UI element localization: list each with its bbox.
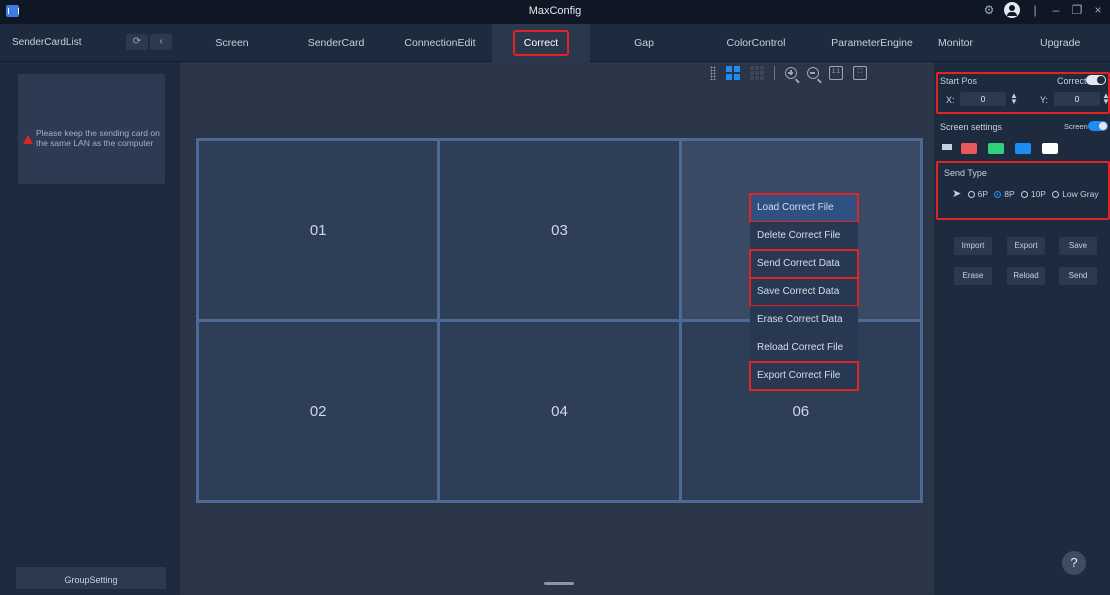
group-setting-button[interactable]: GroupSetting — [16, 567, 166, 589]
cabinet-cell[interactable]: 04 — [440, 322, 679, 500]
erase-button[interactable]: Erase — [954, 267, 992, 285]
user-icon[interactable] — [1004, 2, 1020, 18]
radio-low-gray[interactable] — [1052, 191, 1060, 198]
grid-2x2-icon[interactable] — [726, 66, 740, 80]
menu-item-reload-correct-file[interactable]: Reload Correct File — [750, 334, 858, 362]
warning-text: Please keep the sending card on the same… — [36, 128, 160, 148]
cabinet-cell[interactable]: 03 — [440, 141, 679, 319]
correct-toggle[interactable] — [1086, 75, 1106, 85]
red-swatch[interactable] — [961, 143, 977, 154]
x-spinner-icon[interactable]: ▲ ▼ — [1010, 92, 1018, 106]
scroll-handle[interactable] — [544, 582, 574, 585]
gear-icon[interactable]: ⚙ — [983, 3, 995, 17]
export-button[interactable]: Export — [1007, 237, 1045, 255]
menu-item-delete-correct-file[interactable]: Delete Correct File — [750, 222, 858, 250]
warning-icon — [23, 135, 33, 144]
sender-card-list-title: SenderCardList — [12, 37, 82, 48]
context-menu: Load Correct File Delete Correct File Se… — [749, 193, 859, 391]
cabinet-cell[interactable]: 02 — [199, 322, 438, 500]
screen-canvas[interactable]: 1:1 ⛶ 01 03 02 04 06 Load Correct File D… — [180, 62, 934, 595]
tab-monitor[interactable]: Monitor — [938, 37, 973, 49]
tab-screen[interactable]: Screen — [180, 24, 284, 62]
grid-3x3-icon[interactable] — [750, 66, 764, 80]
tab-sendercard[interactable]: SenderCard — [284, 24, 388, 62]
y-spinner-icon[interactable]: ▲ ▼ — [1102, 92, 1110, 106]
white-swatch[interactable] — [1042, 143, 1058, 154]
zoom-in-icon[interactable] — [785, 67, 797, 79]
divider: | — [1033, 3, 1037, 17]
radio-10p-label: 10P — [1030, 189, 1046, 199]
fit-screen-icon[interactable]: ⛶ — [853, 66, 867, 80]
y-input[interactable]: 0 — [1054, 92, 1100, 106]
screen-settings-label: Screen settings — [940, 122, 1003, 132]
correct-settings-panel: Start Pos Correct X: 0 ▲ ▼ Y: 0 ▲ ▼ Screen… — [934, 62, 1110, 595]
chevron-left-icon[interactable]: ‹ — [150, 34, 172, 50]
send-arrow-icon: ➤ — [952, 188, 962, 200]
start-pos-label: Start Pos — [940, 76, 978, 86]
help-button[interactable]: ? — [1062, 551, 1086, 575]
close-icon[interactable]: × — [1092, 3, 1104, 17]
top-bar: SenderCardList ⟳ ‹ Screen SenderCard Con… — [0, 24, 1110, 62]
blue-swatch[interactable] — [1015, 143, 1031, 154]
send-button[interactable]: Send — [1059, 267, 1097, 285]
toolbar-divider — [774, 66, 775, 80]
minimize-icon[interactable]: – — [1050, 3, 1062, 17]
canvas-toolbar: 1:1 ⛶ — [710, 66, 867, 80]
radio-6p[interactable] — [967, 191, 975, 198]
tab-upgrade[interactable]: Upgrade — [1040, 37, 1080, 49]
zoom-out-icon[interactable] — [807, 67, 819, 79]
correct-toggle-label: Correct — [1057, 76, 1087, 86]
tab-colorcontrol[interactable]: ColorControl — [698, 24, 814, 62]
menu-item-export-correct-file[interactable]: Export Correct File — [749, 361, 859, 391]
menu-item-load-correct-file[interactable]: Load Correct File — [749, 193, 859, 223]
y-label: Y: — [1040, 95, 1049, 105]
sender-card-sidebar: Please keep the sending card on the same… — [0, 62, 180, 595]
menu-item-save-correct-data[interactable]: Save Correct Data — [749, 277, 859, 307]
restore-icon[interactable]: ❐ — [1071, 3, 1083, 17]
menu-item-send-correct-data[interactable]: Send Correct Data — [749, 249, 859, 279]
actual-size-icon[interactable]: 1:1 — [829, 66, 843, 80]
drag-handle-icon[interactable] — [710, 66, 716, 80]
radio-low-gray-label: Low Gray — [1062, 189, 1099, 199]
monitor-icon[interactable] — [942, 144, 952, 153]
warning-card: Please keep the sending card on the same… — [18, 74, 165, 184]
green-swatch[interactable] — [988, 143, 1004, 154]
screen-toggle-label: Screen — [1064, 122, 1088, 131]
title-bar: MaxConfig ⚙ | – ❐ × — [0, 0, 1110, 24]
tab-correct[interactable]: Correct — [492, 24, 590, 62]
tab-gap[interactable]: Gap — [590, 24, 698, 62]
tab-connectionedit[interactable]: ConnectionEdit — [388, 24, 492, 62]
x-input[interactable]: 0 — [960, 92, 1006, 106]
radio-8p-label: 8P — [1004, 189, 1015, 199]
save-button[interactable]: Save — [1059, 237, 1097, 255]
menu-item-erase-correct-data[interactable]: Erase Correct Data — [750, 306, 858, 334]
refresh-icon[interactable]: ⟳ — [126, 34, 148, 50]
radio-6p-label: 6P — [977, 189, 988, 199]
send-type-options: ➤ 6P 8P 10P Low Gray — [952, 187, 1099, 200]
window-title: MaxConfig — [528, 5, 582, 17]
send-type-label: Send Type — [944, 168, 987, 178]
reload-button[interactable]: Reload — [1007, 267, 1045, 285]
radio-8p[interactable] — [994, 191, 1002, 198]
window-controls: ⚙ | – ❐ × — [983, 2, 1104, 18]
x-label: X: — [946, 95, 955, 105]
main-tabs: Screen SenderCard ConnectionEdit Correct… — [180, 24, 930, 62]
cabinet-cell[interactable]: 01 — [199, 141, 438, 319]
tab-parameterengine[interactable]: ParameterEngine — [814, 24, 930, 62]
import-button[interactable]: Import — [954, 237, 992, 255]
screen-toggle[interactable] — [1088, 121, 1108, 131]
radio-10p[interactable] — [1020, 191, 1028, 198]
